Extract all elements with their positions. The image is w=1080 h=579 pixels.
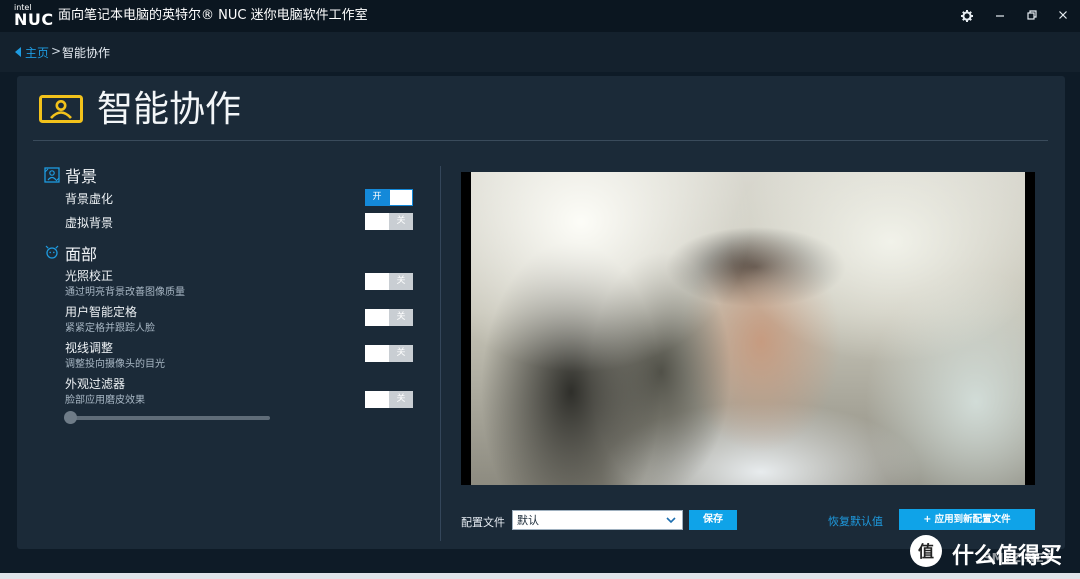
face-icon — [45, 245, 59, 259]
watermark-logo: 值 — [910, 535, 942, 567]
toggle-knob — [365, 391, 389, 408]
appearance-filter-toggle[interactable]: 关 — [365, 391, 413, 408]
title-bar: intel NUC 面向笔记本电脑的英特尔® NUC 迷你电脑软件工作室 — [0, 0, 1080, 32]
section-title-background: 背景 — [65, 167, 98, 186]
main-panel: 智能协作 背景 背景虚化 开 虚拟背景 关 面部 光照校正 通过明亮背景改善图像… — [17, 76, 1065, 549]
svg-text:值: 值 — [918, 542, 934, 561]
virtual-background-toggle[interactable]: 关 — [365, 213, 413, 230]
save-button[interactable]: 保存 — [689, 510, 737, 530]
watermark-subtext: SMYZ.NET — [983, 551, 1052, 565]
profile-label: 配置文件 — [461, 516, 505, 529]
camera-preview-image — [471, 172, 1025, 485]
breadcrumb-current: 智能协作 — [62, 46, 111, 60]
filter-strength-slider[interactable] — [70, 416, 270, 420]
appearance-filter-description: 脸部应用磨皮效果 — [65, 395, 145, 406]
apply-to-new-profile-button[interactable]: + 应用到新配置文件 — [899, 509, 1035, 530]
camera-preview — [461, 172, 1035, 485]
close-button[interactable] — [1051, 6, 1075, 26]
light-correction-label: 光照校正 — [65, 269, 114, 283]
minimize-button[interactable] — [988, 6, 1012, 26]
bottom-strip — [0, 573, 1080, 579]
toggle-state-text: 关 — [389, 213, 413, 230]
restore-defaults-link[interactable]: 恢复默认值 — [828, 513, 883, 529]
breadcrumb: 主页 > 智能协作 — [0, 32, 1080, 72]
column-divider — [440, 166, 441, 541]
page-title: 智能协作 — [97, 89, 242, 130]
auto-framing-label: 用户智能定格 — [65, 305, 138, 319]
light-correction-toggle[interactable]: 关 — [365, 273, 413, 290]
back-arrow-icon[interactable] — [15, 47, 21, 57]
toggle-state-text: 关 — [389, 391, 413, 408]
settings-button[interactable] — [955, 6, 979, 26]
minimize-icon — [996, 15, 1004, 17]
appearance-filter-label: 外观过滤器 — [65, 377, 126, 391]
profile-selected-value: 默认 — [517, 514, 539, 527]
toggle-state-text: 关 — [389, 345, 413, 362]
virtual-background-label: 虚拟背景 — [65, 216, 114, 230]
filter-strength-slider-thumb[interactable] — [64, 411, 77, 424]
background-icon — [44, 167, 60, 183]
chevron-down-icon — [666, 517, 676, 524]
breadcrumb-home-link[interactable]: 主页 — [25, 44, 49, 61]
toggle-knob — [365, 309, 389, 326]
breadcrumb-separator: > — [51, 44, 62, 58]
toggle-state-text: 关 — [389, 273, 413, 290]
close-icon — [1059, 11, 1067, 19]
auto-framing-description: 紧紧定格并跟踪人脸 — [65, 323, 155, 334]
auto-framing-toggle[interactable]: 关 — [365, 309, 413, 326]
toggle-state-text: 开 — [365, 189, 389, 206]
gear-icon — [961, 10, 973, 22]
app-title: 面向笔记本电脑的英特尔® NUC 迷你电脑软件工作室 — [58, 8, 368, 23]
toggle-knob — [365, 213, 389, 230]
section-title-face: 面部 — [65, 245, 98, 264]
toggle-state-text: 关 — [389, 309, 413, 326]
background-blur-toggle[interactable]: 开 — [365, 189, 413, 206]
logo-nuc-text: NUC — [14, 10, 54, 29]
eye-contact-toggle[interactable]: 关 — [365, 345, 413, 362]
intel-nuc-logo: intel NUC — [14, 4, 53, 29]
toggle-knob — [365, 345, 389, 362]
user-frame-icon — [39, 95, 83, 123]
eye-contact-description: 调整投向摄像头的目光 — [65, 359, 165, 370]
light-correction-description: 通过明亮背景改善图像质量 — [65, 287, 185, 298]
eye-contact-label: 视线调整 — [65, 341, 114, 355]
toggle-knob — [365, 273, 389, 290]
background-blur-label: 背景虚化 — [65, 192, 114, 206]
profile-dropdown[interactable]: 默认 — [512, 510, 683, 530]
toggle-knob — [389, 189, 413, 206]
restore-button[interactable] — [1020, 6, 1044, 26]
restore-icon — [1027, 10, 1037, 20]
value-icon: 值 — [918, 542, 934, 561]
title-divider — [33, 140, 1048, 141]
